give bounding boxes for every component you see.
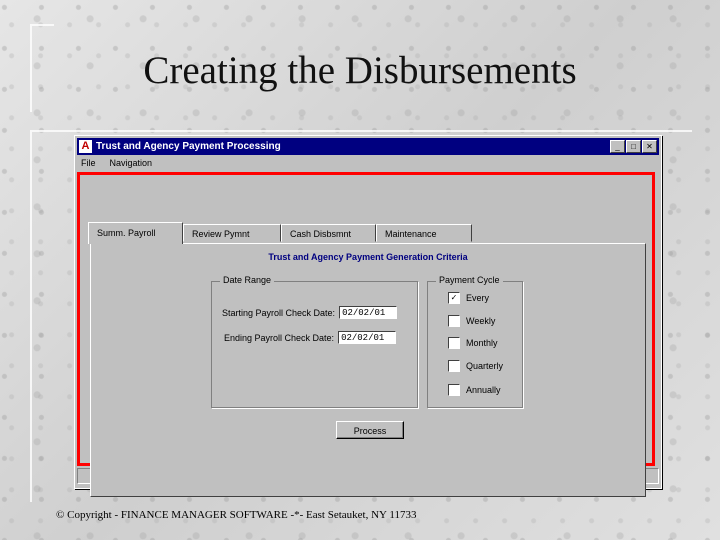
tab-maintenance[interactable]: Maintenance: [376, 224, 472, 242]
end-date-input[interactable]: 02/02/01: [338, 331, 397, 344]
tab-panel: Trust and Agency Payment Generation Crit…: [90, 243, 646, 497]
payment-cycle-label: Payment Cycle: [436, 275, 503, 285]
checkbox-annually[interactable]: [448, 384, 460, 396]
close-button[interactable]: ✕: [642, 140, 657, 153]
minimize-button[interactable]: _: [610, 140, 625, 153]
menu-file[interactable]: File: [79, 156, 98, 170]
highlight-frame: Summ. Payroll Review Pymnt Cash Disbsmnt…: [77, 172, 655, 497]
tab-cash-disbsmnt[interactable]: Cash Disbsmnt: [281, 224, 376, 242]
cycle-monthly-label: Monthly: [466, 338, 498, 348]
date-range-label: Date Range: [220, 275, 275, 285]
cycle-weekly[interactable]: Weekly: [448, 315, 495, 327]
copyright-footer: © Copyright - FINANCE MANAGER SOFTWARE -…: [56, 509, 417, 521]
cycle-every[interactable]: ✓ Every: [448, 292, 489, 304]
cycle-weekly-label: Weekly: [466, 316, 496, 326]
start-date-label: Starting Payroll Check Date:: [222, 307, 336, 318]
cycle-monthly[interactable]: Monthly: [448, 337, 498, 349]
app-logo-icon[interactable]: A: [79, 140, 92, 153]
criteria-heading: Trust and Agency Payment Generation Crit…: [268, 252, 468, 262]
checkbox-weekly[interactable]: [448, 315, 460, 327]
slide-title: Creating the Disbursements: [143, 49, 577, 92]
date-range-group: Date Range Starting Payroll Check Date: …: [211, 275, 418, 408]
tab-review-pymnt[interactable]: Review Pymnt: [183, 224, 281, 242]
cycle-annually-label: Annually: [466, 385, 501, 395]
checkbox-quarterly[interactable]: [448, 360, 460, 372]
menu-bar: File Navigation: [79, 156, 154, 170]
cycle-quarterly[interactable]: Quarterly: [448, 360, 503, 372]
menu-navigation[interactable]: Navigation: [108, 156, 155, 170]
checkbox-every[interactable]: ✓: [448, 292, 460, 304]
start-date-input[interactable]: 02/02/01: [339, 306, 398, 319]
cycle-annually[interactable]: Annually: [448, 384, 501, 396]
payment-cycle-group: Payment Cycle ✓ Every Weekly Monthly Qua…: [427, 275, 523, 408]
window-titlebar[interactable]: A Trust and Agency Payment Processing _ …: [77, 138, 659, 155]
cycle-every-label: Every: [466, 293, 490, 303]
end-date-label: Ending Payroll Check Date:: [224, 332, 335, 343]
window-title: Trust and Agency Payment Processing: [96, 141, 281, 152]
tab-summ-payroll[interactable]: Summ. Payroll: [88, 222, 183, 244]
cycle-quarterly-label: Quarterly: [466, 361, 504, 371]
app-window: A Trust and Agency Payment Processing _ …: [74, 135, 662, 497]
process-button[interactable]: Process: [336, 421, 404, 439]
maximize-button[interactable]: □: [626, 140, 641, 153]
checkbox-monthly[interactable]: [448, 337, 460, 349]
